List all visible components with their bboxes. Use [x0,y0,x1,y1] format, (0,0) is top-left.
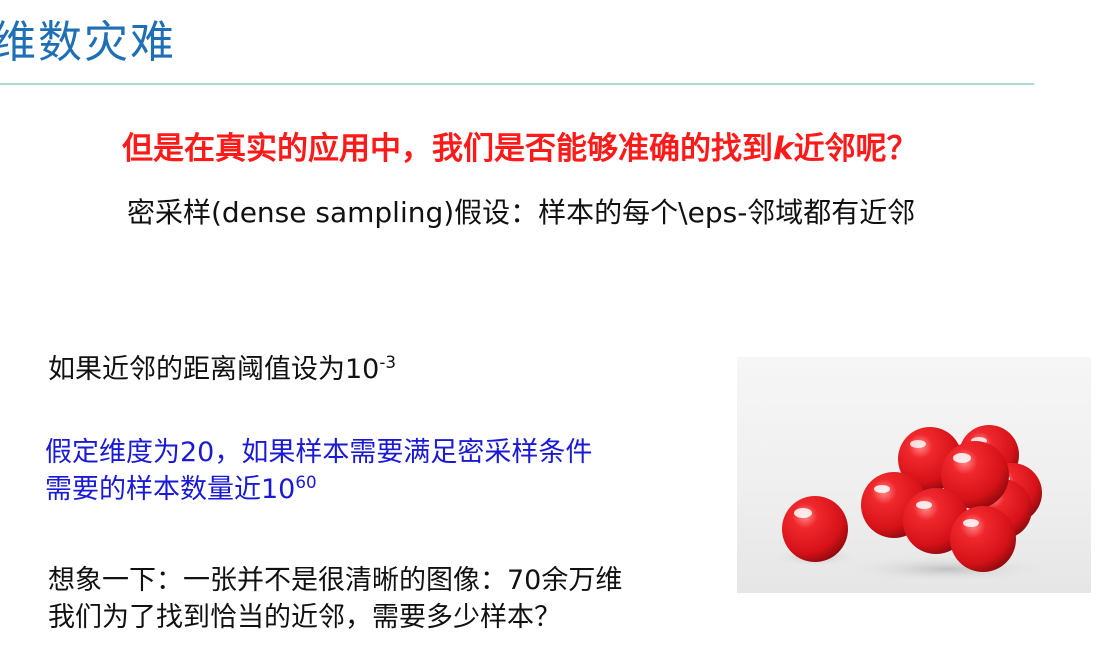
imagine-statement: 想象一下：一张并不是很清晰的图像：70余万维 我们为了找到恰当的近邻，需要多少样… [48,562,622,636]
dimension-line-2: 需要的样本数量近1060 [45,471,592,508]
threshold-statement: 如果近邻的距离阈值设为10-3 [48,347,396,386]
ball-lone [782,496,848,562]
dimension-line-2-text: 需要的样本数量近10 [45,474,296,505]
question-k: k [773,131,794,167]
red-balls-illustration [773,425,1052,583]
threshold-exponent: -3 [379,352,397,372]
title-divider [0,83,1034,85]
dense-sampling-assumption: 密采样(dense sampling)假设：样本的每个\eps-邻域都有近邻 [127,196,916,229]
question-text: 但是在真实的应用中，我们是否能够准确的找到k近邻呢？ [122,123,918,168]
red-balls-photo [737,357,1091,593]
dimension-exponent: 60 [295,472,317,492]
ball-front-right [950,506,1016,572]
dimension-line-1: 假定维度为20，如果样本需要满足密采样条件 [45,437,593,468]
imagine-line-1: 想象一下：一张并不是很清晰的图像：70余万维 [48,565,623,596]
question-before: 但是在真实的应用中，我们是否能够准确的找到 [122,131,773,167]
imagine-line-2: 我们为了找到恰当的近邻，需要多少样本？ [48,602,561,633]
threshold-text: 如果近邻的距离阈值设为10 [48,354,380,385]
slide-title: 维数灾难 [0,17,176,68]
question-after: 近邻呢？ [793,131,918,167]
dimension-statement: 假定维度为20，如果样本需要满足密采样条件 需要的样本数量近1060 [45,434,592,508]
